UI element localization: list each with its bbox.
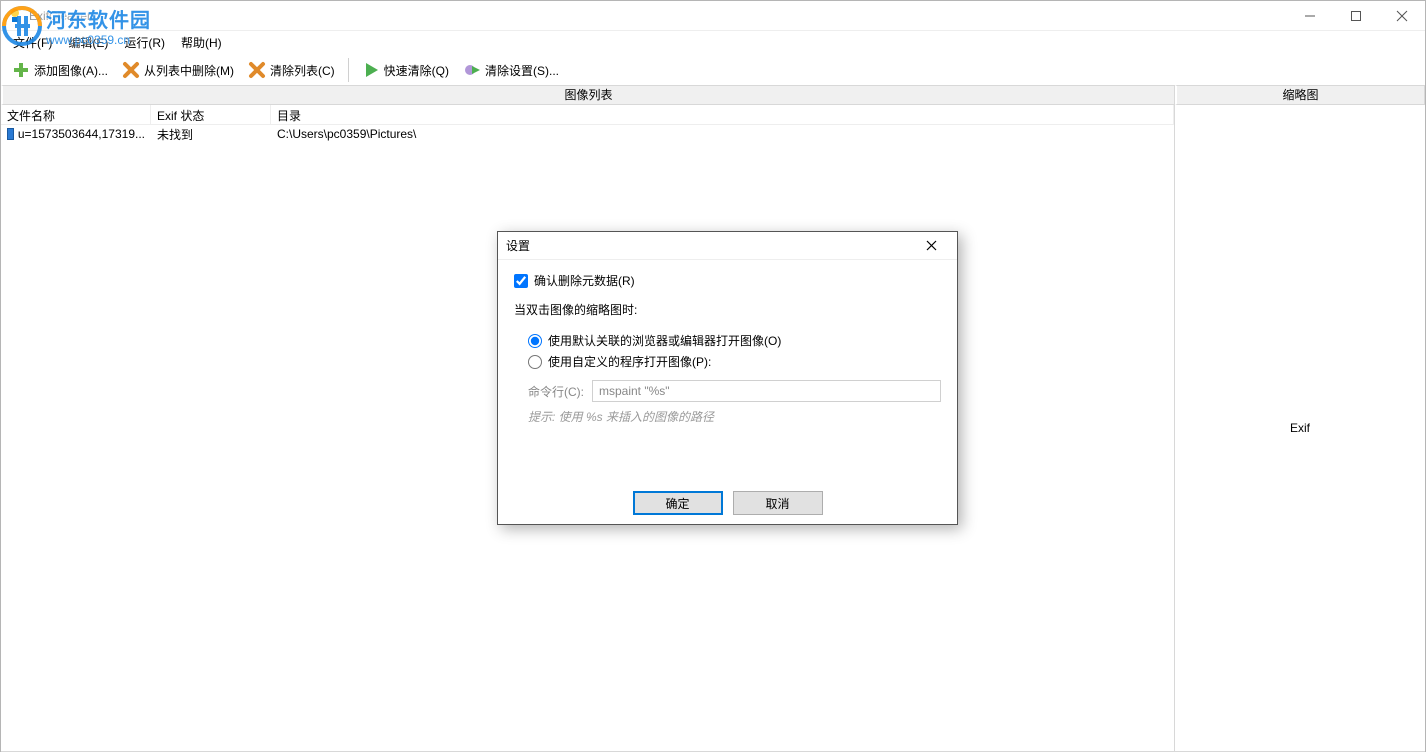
radio-open-default-label: 使用默认关联的浏览器或编辑器打开图像(O) xyxy=(548,332,781,349)
minimize-button[interactable] xyxy=(1287,1,1333,31)
add-images-button[interactable]: 添加图像(A)... xyxy=(5,58,115,82)
confirm-remove-label: 确认删除元数据(R) xyxy=(534,272,635,289)
clean-settings-button[interactable]: 清除设置(S)... xyxy=(456,58,566,82)
ok-button[interactable]: 确定 xyxy=(633,491,723,515)
gear-play-icon xyxy=(463,61,481,79)
toolbar-separator xyxy=(348,58,349,82)
menu-bar: 文件(F) 编辑(E) 运行(R) 帮助(H) xyxy=(1,31,1425,53)
list-header: 文件名称 Exif 状态 目录 xyxy=(1,105,1174,125)
maximize-button[interactable] xyxy=(1333,1,1379,31)
menu-run[interactable]: 运行(R) xyxy=(116,32,173,53)
remove-icon xyxy=(122,61,140,79)
col-filename[interactable]: 文件名称 xyxy=(1,105,151,124)
cmd-label: 命令行(C): xyxy=(528,383,584,400)
panel-header-thumbnail: 缩略图 xyxy=(1175,85,1425,105)
clean-settings-label: 清除设置(S)... xyxy=(485,62,559,79)
dialog-close-button[interactable] xyxy=(913,234,949,258)
thumbnail-body: Exif xyxy=(1175,105,1425,751)
radio-open-default-input[interactable] xyxy=(528,334,542,348)
settings-dialog: 设置 确认删除元数据(R) 当双击图像的缩略图时: 使用默认关联的浏览器或编辑器… xyxy=(497,231,958,525)
file-icon xyxy=(7,128,14,140)
toolbar: 添加图像(A)... 从列表中删除(M) 清除列表(C) 快速清除(Q) 清除设… xyxy=(1,53,1425,85)
cell-status: 未找到 xyxy=(151,126,271,143)
menu-edit[interactable]: 编辑(E) xyxy=(60,32,116,53)
exif-text: Exif xyxy=(1290,421,1310,435)
col-directory[interactable]: 目录 xyxy=(271,105,1174,124)
panel-header-image-list: 图像列表 xyxy=(1,85,1175,105)
clear-list-label: 清除列表(C) xyxy=(270,62,335,79)
remove-from-list-button[interactable]: 从列表中删除(M) xyxy=(115,58,241,82)
play-icon xyxy=(362,61,380,79)
table-row[interactable]: u=1573503644,17319... 未找到 C:\Users\pc035… xyxy=(1,125,1174,143)
quick-clean-label: 快速清除(Q) xyxy=(384,62,449,79)
radio-open-default[interactable]: 使用默认关联的浏览器或编辑器打开图像(O) xyxy=(528,332,941,349)
title-bar: ExifCleaner xyxy=(1,1,1425,31)
radio-open-custom-input[interactable] xyxy=(528,355,542,369)
add-icon xyxy=(12,61,30,79)
close-button[interactable] xyxy=(1379,1,1425,31)
add-images-label: 添加图像(A)... xyxy=(34,62,108,79)
clear-list-button[interactable]: 清除列表(C) xyxy=(241,58,342,82)
cell-filename: u=1573503644,17319... xyxy=(18,127,145,141)
thumbnail-panel: Exif xyxy=(1175,105,1425,751)
dialog-title: 设置 xyxy=(506,237,530,254)
menu-file[interactable]: 文件(F) xyxy=(5,32,60,53)
remove-from-list-label: 从列表中删除(M) xyxy=(144,62,234,79)
cell-dir: C:\Users\pc0359\Pictures\ xyxy=(271,127,1174,141)
quick-clean-button[interactable]: 快速清除(Q) xyxy=(355,58,456,82)
col-exif-status[interactable]: Exif 状态 xyxy=(151,105,271,124)
app-title: ExifCleaner xyxy=(29,9,91,23)
clear-icon xyxy=(248,61,266,79)
cancel-button[interactable]: 取消 xyxy=(733,491,823,515)
cmd-input xyxy=(592,380,941,402)
dialog-title-bar[interactable]: 设置 xyxy=(498,232,957,260)
app-icon xyxy=(7,8,23,24)
confirm-remove-checkbox[interactable]: 确认删除元数据(R) xyxy=(514,272,941,289)
on-dblclick-label: 当双击图像的缩略图时: xyxy=(514,301,941,318)
menu-help[interactable]: 帮助(H) xyxy=(173,32,230,53)
radio-open-custom[interactable]: 使用自定义的程序打开图像(P): xyxy=(528,353,941,370)
cmd-hint: 提示: 使用 %s 来插入的图像的路径 xyxy=(514,402,941,425)
confirm-remove-input[interactable] xyxy=(514,274,528,288)
radio-open-custom-label: 使用自定义的程序打开图像(P): xyxy=(548,353,711,370)
